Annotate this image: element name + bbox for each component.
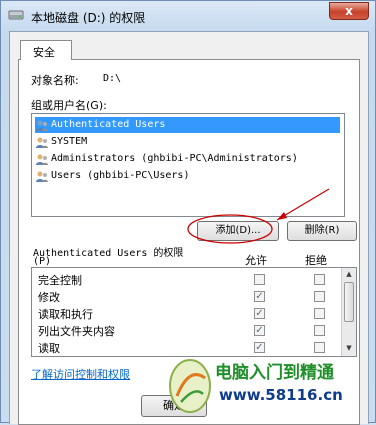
permissions-table: 完全控制 修改 ✓ 读取和执行 ✓ 列出文件夹内容 ✓ 读取 ✓ ▲ ▼ [31,267,357,357]
list-item-label: Users (ghbibi-PC\Users) [51,170,190,181]
permission-name: 列出文件夹内容 [38,325,115,338]
allow-checkbox[interactable] [254,274,265,285]
allow-checkbox[interactable]: ✓ [254,308,265,319]
watermark-url: www.58116.cn [219,386,343,404]
add-button[interactable]: 添加(D)... [197,221,279,241]
deny-checkbox[interactable] [314,274,325,285]
window-title: 本地磁盘 (D:) 的权限 [31,11,146,25]
scroll-down-icon[interactable]: ▼ [344,344,354,354]
users-icon [36,171,48,182]
list-item-label: Authenticated Users [51,119,166,130]
deny-checkbox[interactable] [314,291,325,302]
deny-checkbox[interactable] [314,325,325,336]
permission-name: 完全控制 [38,274,82,287]
scroll-up-icon[interactable]: ▲ [344,270,354,280]
permissions-scrollbar[interactable]: ▲ ▼ [341,268,356,356]
table-row: 完全控制 [32,271,327,288]
scroll-thumb[interactable] [344,282,354,322]
learn-permissions-link[interactable]: 了解访问控制和权限 [31,366,130,382]
permissions-title-hotkey: (P) [33,256,52,267]
deny-checkbox[interactable] [314,342,325,353]
allow-checkbox[interactable]: ✓ [254,342,265,353]
allow-header: 允许 [245,254,267,267]
list-item-authenticated-users[interactable]: Authenticated Users [35,117,340,133]
users-icon [36,137,48,148]
group-user-list[interactable]: Authenticated Users SYSTEM Administrator… [31,113,345,217]
permissions-title: Authenticated Users 的权限 [33,248,184,259]
deny-header: 拒绝 [305,254,327,267]
list-item-system[interactable]: SYSTEM [35,134,340,150]
deny-checkbox[interactable] [314,308,325,319]
users-icon [36,120,48,131]
table-row: 列出文件夹内容 ✓ [32,322,327,339]
permission-name: 读取和执行 [38,308,93,321]
drive-icon [8,10,24,20]
close-button[interactable]: x [329,2,369,20]
watermark-logo-icon [169,359,211,413]
tab-security[interactable]: 安全 [20,40,72,60]
table-row: 读取和执行 ✓ [32,305,327,322]
groups-label: 组或用户名(G): [31,99,107,112]
table-row: 修改 ✓ [32,288,327,305]
allow-checkbox[interactable]: ✓ [254,291,265,302]
remove-button[interactable]: 删除(R) [287,221,357,241]
object-name-label: 对象名称: [31,74,79,87]
watermark: 电脑入门到精通 www.58116.cn [163,354,376,424]
list-item-label: SYSTEM [51,136,88,147]
users-icon [36,154,48,165]
list-item-administrators[interactable]: Administrators (ghbibi-PC\Administrators… [35,151,340,167]
object-name-value: D:\ [103,73,122,84]
list-item-users[interactable]: Users (ghbibi-PC\Users) [35,168,340,184]
permission-name: 修改 [38,291,60,304]
list-item-label: Administrators (ghbibi-PC\Administrators… [51,153,298,164]
permission-name: 读取 [38,342,60,355]
permissions-window: 本地磁盘 (D:) 的权限 x 安全 对象名称: D:\ 组或用户名(G): A… [0,0,376,425]
watermark-title: 电脑入门到精通 [215,363,334,383]
allow-checkbox[interactable]: ✓ [254,325,265,336]
